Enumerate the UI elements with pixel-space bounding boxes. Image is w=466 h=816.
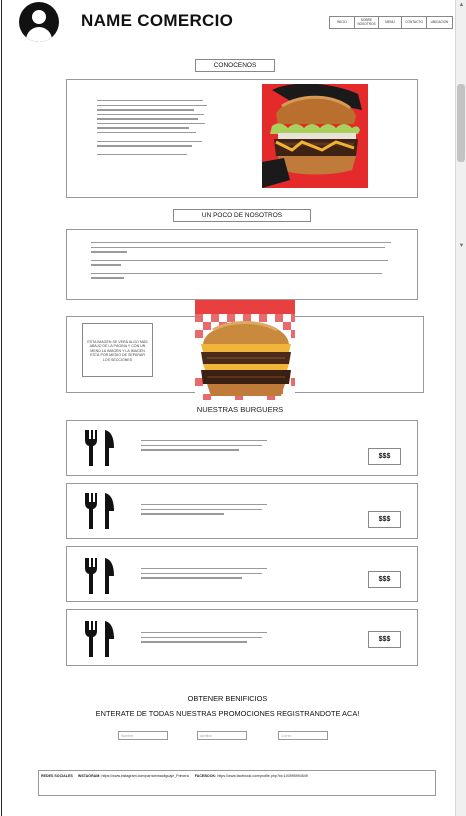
utensils-icon xyxy=(85,621,114,657)
utensils-icon xyxy=(85,430,114,466)
menu-item-price: $$$ xyxy=(368,571,401,588)
placeholder-text-block xyxy=(91,242,391,282)
menu-item-price: $$$ xyxy=(368,448,401,465)
burger-photo-hero xyxy=(262,84,368,188)
correo-input[interactable]: Correo xyxy=(278,731,328,740)
section-label-nosotros: UN POCO DE NOSOTROS xyxy=(173,209,311,222)
footer-social-links: REDES SOCIALES INSTAGRAM: https://www.in… xyxy=(41,774,308,778)
nav-item-menu[interactable]: MENU xyxy=(379,17,402,28)
vertical-scrollbar[interactable]: ▲ ▼ xyxy=(455,0,466,816)
facebook-link[interactable]: https://www.facebook.com/profile.php?id=… xyxy=(217,774,307,778)
menu-item-card[interactable]: $$$ xyxy=(66,609,418,666)
menu-item-card[interactable]: $$$ xyxy=(66,546,418,602)
menu-item-card[interactable]: $$$ xyxy=(66,420,418,476)
image-caption-box: ESTA IMAGEN SE VERÁ ALGO MÁS ABAJO DE LA… xyxy=(82,323,153,377)
nosotros-panel xyxy=(66,229,418,300)
placeholder-text-block xyxy=(97,100,207,158)
instagram-link[interactable]: https://www.instagram.com/parrammacitgua… xyxy=(101,774,188,778)
footer-facebook-label: FACEBOOK: xyxy=(194,774,217,778)
apellido-input[interactable]: Apellido xyxy=(197,731,247,740)
scrollbar-thumb[interactable] xyxy=(457,84,465,162)
scroll-up-arrow-icon[interactable]: ▲ xyxy=(457,1,466,10)
section-label-conocenos: CONOCENOS xyxy=(195,59,275,72)
burgers-section-title: NUESTRAS BURGUERS xyxy=(196,405,284,414)
nav-item-sobre-nosotros[interactable]: SOBRE NOSOTROS xyxy=(355,17,379,28)
utensils-icon xyxy=(85,493,114,529)
nombre-input[interactable]: Nombre xyxy=(118,731,168,740)
menu-item-price: $$$ xyxy=(368,631,401,648)
footer-redes-label: REDES SOCIALES xyxy=(41,774,73,778)
page: NAME COMERCIO INICIO SOBRE NOSOTROS MENU… xyxy=(0,0,466,816)
promo-subtitle: ENTERATE DE TODAS NUESTRAS PROMOCIONES R… xyxy=(95,709,360,718)
menu-item-card[interactable]: $$$ xyxy=(66,483,418,539)
menu-item-description xyxy=(141,632,267,646)
nav-item-inicio[interactable]: INICIO xyxy=(330,17,355,28)
main-nav: INICIO SOBRE NOSOTROS MENU CONTACTO UBIC… xyxy=(329,16,453,29)
user-avatar-icon[interactable] xyxy=(19,2,59,42)
menu-item-description xyxy=(141,504,267,518)
burger-photo-band xyxy=(195,300,295,400)
utensils-icon xyxy=(85,558,114,594)
menu-item-description xyxy=(141,440,267,454)
brand-title: NAME COMERCIO xyxy=(81,11,234,30)
menu-item-description xyxy=(141,568,267,582)
footer: REDES SOCIALES INSTAGRAM: https://www.in… xyxy=(38,770,436,796)
menu-item-price: $$$ xyxy=(368,511,401,528)
nav-item-ubicacion[interactable]: UBICACION xyxy=(427,17,452,28)
nav-item-contacto[interactable]: CONTACTO xyxy=(402,17,427,28)
promo-title: OBTENER BENIFICIOS xyxy=(187,694,268,703)
scroll-down-arrow-icon[interactable]: ▼ xyxy=(457,242,466,251)
footer-instagram-label: INSTAGRAM: xyxy=(77,774,101,778)
